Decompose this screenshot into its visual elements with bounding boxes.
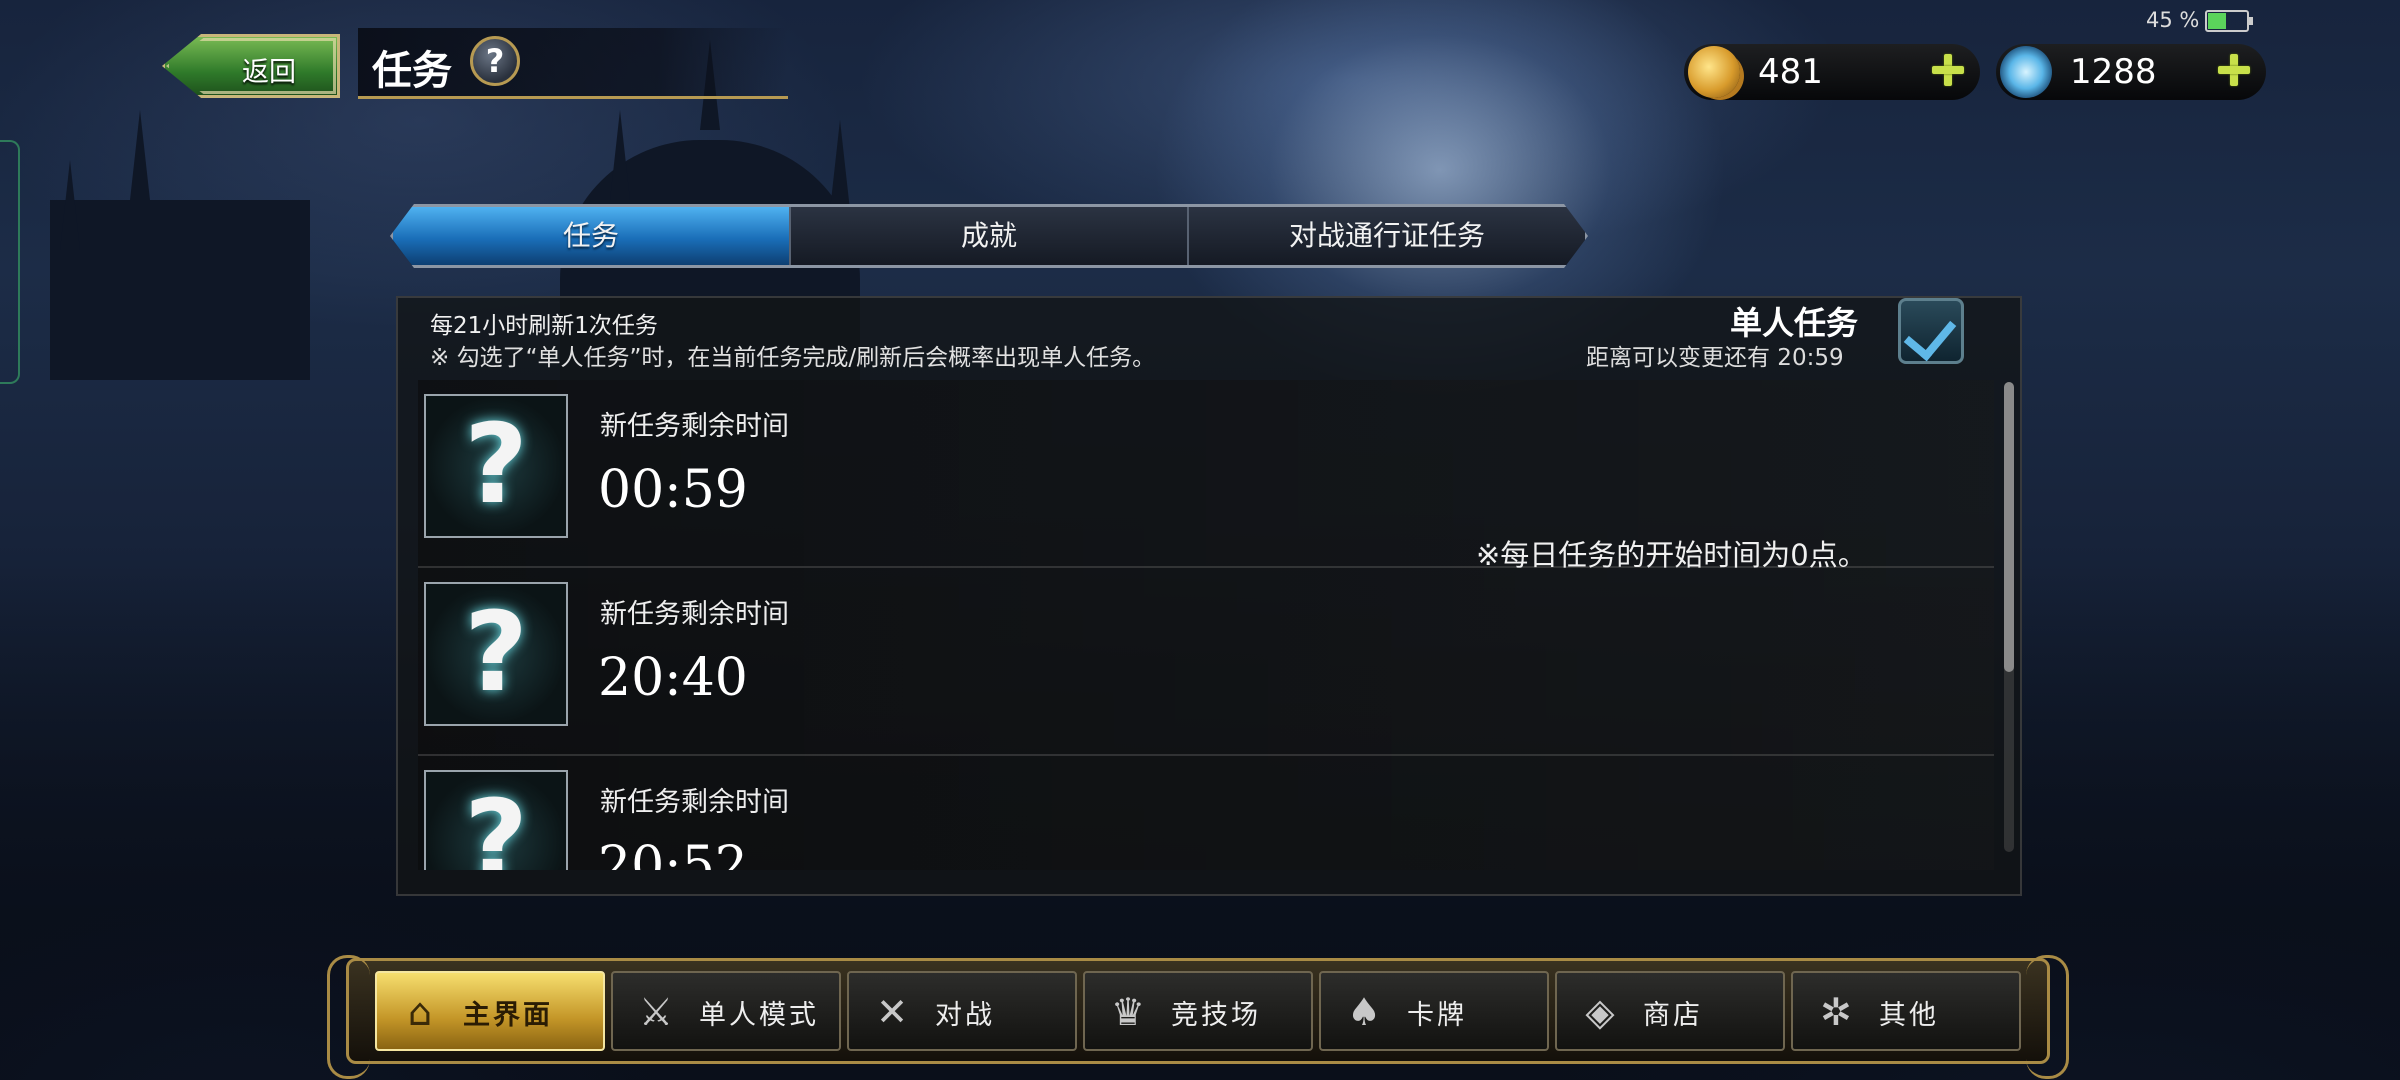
battery-indicator: 45 % (2146, 8, 2254, 32)
arena-laurel-icon: ♛ (1110, 990, 1146, 1034)
add-gold-button[interactable] (1928, 50, 1968, 90)
mission-row[interactable]: ? 新任务剩余时间 20:40 (418, 568, 1994, 756)
castle-spire (610, 110, 630, 200)
mission-list[interactable]: ? 新任务剩余时间 00:59 ※每日任务的开始时间为0点。 ? 新任务剩余时间… (418, 380, 1994, 870)
tab-bar: 任务 成就 对战通行证任务 (390, 204, 1588, 268)
mission-row[interactable]: ? 新任务剩余时间 20:52 (418, 756, 1994, 870)
refresh-note: 每21小时刷新1次任务 (430, 313, 658, 339)
castle-silhouette-left (50, 200, 310, 380)
other-menu-icon: ✲ (1820, 990, 1852, 1034)
home-icon: ⌂ (407, 990, 433, 1034)
mission-row[interactable]: ? 新任务剩余时间 00:59 ※每日任务的开始时间为0点。 (418, 380, 1994, 572)
tab-achievements[interactable]: 成就 (791, 207, 1189, 265)
missions-panel: 每21小时刷新1次任务 ※ 勾选了“单人任务”时，在当前任务完成/刷新后会概率出… (396, 296, 2022, 896)
nav-cards[interactable]: ♠ 卡牌 (1319, 971, 1549, 1051)
edge-handle[interactable] (0, 140, 20, 384)
gold-currency: 481 (1684, 44, 1980, 100)
scrollbar[interactable] (2004, 382, 2014, 852)
nav-shop[interactable]: ◈ 商店 (1555, 971, 1785, 1051)
solo-change-countdown: 距离可以变更还有 20:59 (1586, 345, 1844, 371)
nav-solo-mode[interactable]: ⚔ 单人模式 (611, 971, 841, 1051)
solo-mission-checkbox[interactable] (1898, 298, 1964, 364)
bottom-nav: ⌂ 主界面 ⚔ 单人模式 ✕ 对战 ♛ 竞技场 ♠ 卡牌 ◈ 商店 ✲ 其他 (327, 955, 2069, 1079)
crystal-gem-icon (2000, 46, 2052, 98)
nav-other[interactable]: ✲ 其他 (1791, 971, 2021, 1051)
tab-missions[interactable]: 任务 (393, 207, 791, 265)
mission-timer: 20:52 (598, 836, 748, 870)
nav-cards-label: 卡牌 (1407, 1000, 1467, 1031)
castle-spire (130, 110, 150, 200)
new-mission-label: 新任务剩余时间 (600, 599, 789, 630)
nav-shop-label: 商店 (1643, 1000, 1703, 1031)
castle-spire (60, 160, 80, 250)
scrollbar-thumb[interactable] (2004, 382, 2014, 672)
mission-timer: 00:59 (598, 460, 748, 520)
add-crystal-button[interactable] (2214, 50, 2254, 90)
nav-battle-label: 对战 (935, 1000, 995, 1031)
cards-icon: ♠ (1346, 990, 1382, 1034)
nav-arena-label: 竞技场 (1171, 1000, 1261, 1031)
battery-percent: 45 % (2146, 8, 2200, 32)
nav-ornament-right (2026, 955, 2069, 1079)
page-title: 任务 (372, 48, 452, 94)
nav-home-label: 主界面 (463, 1000, 553, 1031)
nav-solo-mode-label: 单人模式 (699, 1000, 819, 1031)
mystery-mission-icon: ? (424, 394, 568, 538)
nav-battle[interactable]: ✕ 对战 (847, 971, 1077, 1051)
nav-home[interactable]: ⌂ 主界面 (375, 971, 605, 1051)
back-button[interactable]: 返回 (162, 34, 340, 98)
checkmark-icon (1903, 306, 1957, 362)
battery-icon (2205, 10, 2254, 32)
sword-shield-icon: ⚔ (638, 990, 674, 1034)
nav-other-label: 其他 (1879, 1000, 1939, 1031)
title-plate: 任务 ? (358, 28, 788, 99)
gold-amount: 481 (1758, 52, 1823, 92)
castle-spire (830, 120, 850, 210)
shop-icon: ◈ (1585, 990, 1615, 1034)
question-icon[interactable]: ? (470, 36, 520, 86)
new-mission-label: 新任务剩余时间 (600, 787, 789, 818)
nav-ornament-left (327, 955, 370, 1079)
gold-coin-icon (1688, 46, 1740, 98)
crossed-swords-icon: ✕ (876, 990, 908, 1034)
solo-mission-note: ※ 勾选了“单人任务”时，在当前任务完成/刷新后会概率出现单人任务。 (430, 345, 1156, 371)
crystal-amount: 1288 (2070, 52, 2157, 92)
tab-battle-pass-missions[interactable]: 对战通行证任务 (1189, 207, 1585, 265)
back-button-label: 返回 (242, 57, 296, 88)
mystery-mission-icon: ? (424, 582, 568, 726)
crystal-currency: 1288 (1996, 44, 2266, 100)
nav-arena[interactable]: ♛ 竞技场 (1083, 971, 1313, 1051)
new-mission-label: 新任务剩余时间 (600, 411, 789, 442)
mystery-mission-icon: ? (424, 770, 568, 870)
mission-timer: 20:40 (598, 648, 748, 708)
